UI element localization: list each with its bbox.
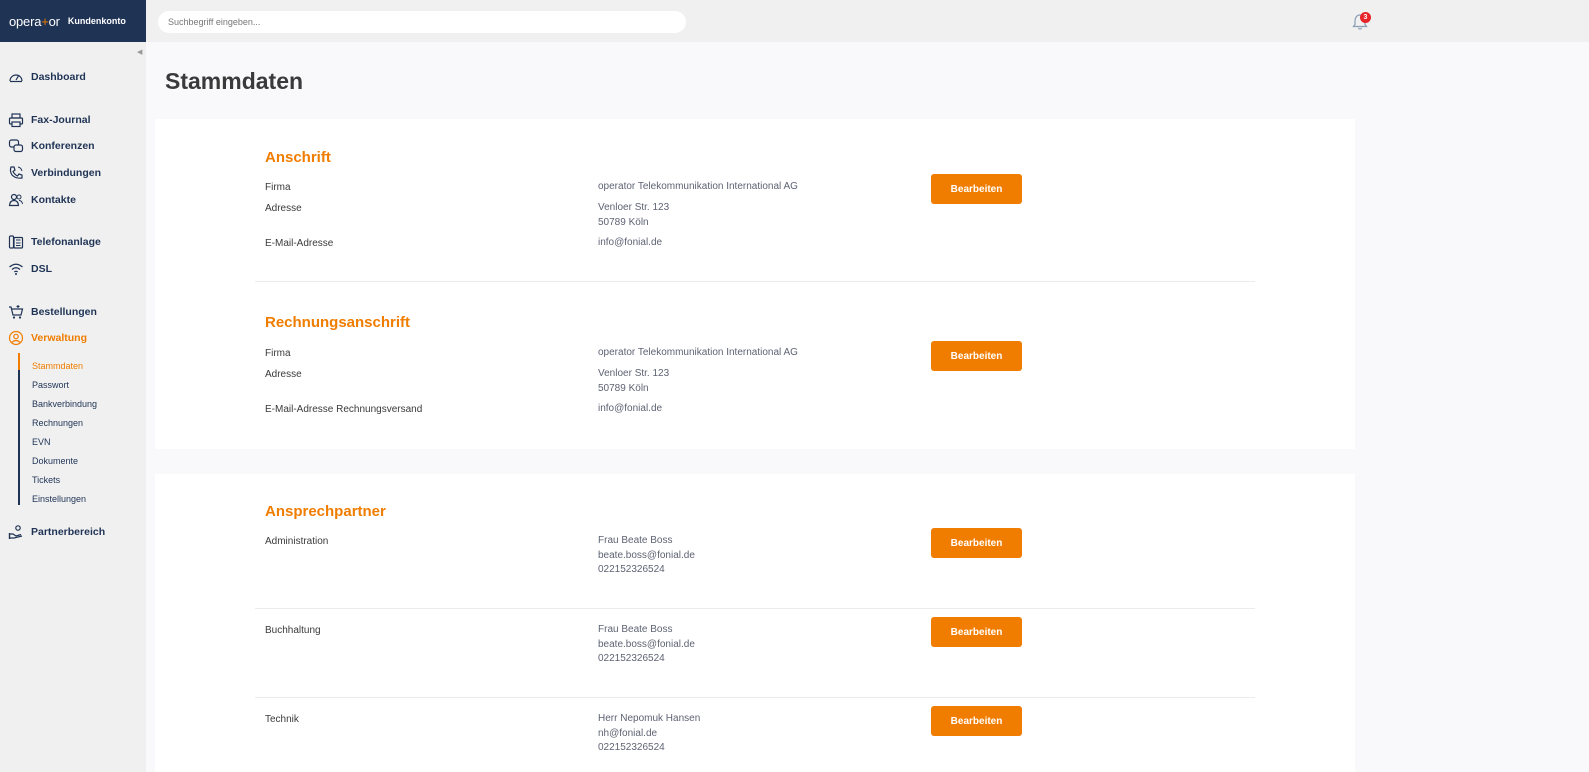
phone-icon (9, 166, 23, 179)
search-input[interactable] (158, 11, 686, 33)
contact-role-label: Administration (265, 536, 329, 547)
speedometer-icon (9, 74, 23, 83)
rechnung-email-value: info@fonial.de (598, 403, 663, 414)
contact-details: Herr Nepomuk Hansen nh@fonial.de 0221523… (598, 713, 701, 753)
sidebar-item-telefonanlage[interactable]: Telefonanlage (8, 233, 101, 251)
sidebar-item-verbindungen[interactable]: Verbindungen (8, 164, 101, 182)
rechnung-adresse-label: Adresse (265, 369, 302, 380)
sidebar-subitem-passwort[interactable]: Passwort (32, 380, 69, 390)
cart-icon (9, 305, 24, 319)
section-divider (255, 697, 1255, 698)
section-divider (255, 281, 1255, 282)
contacts-icon (8, 193, 23, 207)
sidebar-item-bestellungen[interactable]: Bestellungen (8, 303, 97, 321)
notification-badge[interactable]: 3 (1360, 12, 1371, 23)
collapse-sidebar-icon[interactable]: ◀ (137, 48, 142, 56)
sidebar-subitem-dokumente[interactable]: Dokumente (32, 456, 78, 466)
sidebar-subitem-tickets[interactable]: Tickets (32, 475, 60, 485)
account-label: Kundenkonto (67, 16, 126, 26)
partner-icon (8, 525, 23, 539)
sidebar-subitem-evn[interactable]: EVN (32, 437, 51, 447)
edit-rechnungsanschrift-button[interactable]: Bearbeiten (931, 341, 1022, 371)
section-title-ansprechpartner: Ansprechpartner (265, 503, 386, 520)
anschrift-email-value: info@fonial.de (598, 237, 663, 248)
section-divider (255, 608, 1255, 609)
edit-buchhaltung-button[interactable]: Bearbeiten (931, 617, 1022, 647)
brand-bar[interactable]: opera+or Kundenkonto (0, 0, 146, 42)
sidebar-item-kontakte[interactable]: Kontakte (8, 191, 76, 209)
wifi-icon (9, 263, 23, 275)
sidebar: ◀ Dashboard Fax-Journal Konferenzen Verb… (0, 42, 146, 772)
rechnung-firma-value: operator Telekommunikation International… (598, 347, 798, 358)
submenu-indicator (18, 353, 20, 505)
rechnung-email-label: E-Mail-Adresse Rechnungsversand (265, 404, 423, 415)
sidebar-subitem-stammdaten[interactable]: Stammdaten (32, 361, 83, 371)
sidebar-item-partnerbereich[interactable]: Partnerbereich (8, 523, 105, 541)
operator-logo[interactable]: opera+or (9, 14, 60, 29)
sidebar-item-dashboard[interactable]: Dashboard (8, 68, 86, 86)
sidebar-item-dsl[interactable]: DSL (8, 260, 52, 278)
printer-icon (8, 113, 24, 128)
page-title: Stammdaten (165, 68, 304, 94)
user-circle-icon (8, 330, 24, 346)
phone-system-icon (8, 235, 24, 249)
rechnung-adresse-value: Venloer Str. 123 50789 Köln (598, 368, 670, 394)
edit-technik-button[interactable]: Bearbeiten (931, 706, 1022, 736)
anschrift-adresse-label: Adresse (265, 203, 302, 214)
edit-administration-button[interactable]: Bearbeiten (931, 528, 1022, 558)
contact-role-label: Buchhaltung (265, 625, 321, 636)
sidebar-subitem-rechnungen[interactable]: Rechnungen (32, 418, 83, 428)
anschrift-adresse-value: Venloer Str. 123 50789 Köln (598, 202, 670, 228)
rechnung-firma-label: Firma (265, 348, 291, 359)
contact-details: Frau Beate Boss beate.boss@fonial.de 022… (598, 535, 695, 575)
section-title-rechnungsanschrift: Rechnungsanschrift (265, 314, 411, 331)
anschrift-firma-value: operator Telekommunikation International… (598, 181, 798, 192)
conference-icon (8, 139, 24, 153)
address-card: Anschrift Firma operator Telekommunikati… (155, 119, 1355, 449)
top-header: 3 (146, 0, 1589, 42)
edit-anschrift-button[interactable]: Bearbeiten (931, 174, 1022, 204)
anschrift-firma-label: Firma (265, 182, 291, 193)
contact-details: Frau Beate Boss beate.boss@fonial.de 022… (598, 624, 695, 664)
sidebar-subitem-bankverbindung[interactable]: Bankverbindung (32, 399, 97, 409)
section-title-anschrift: Anschrift (265, 149, 331, 166)
sidebar-item-verwaltung[interactable]: Verwaltung (8, 329, 87, 347)
contact-role-label: Technik (265, 714, 299, 725)
sidebar-item-konferenzen[interactable]: Konferenzen (8, 137, 95, 155)
anschrift-email-label: E-Mail-Adresse (265, 238, 334, 249)
sidebar-subitem-einstellungen[interactable]: Einstellungen (32, 494, 86, 504)
sidebar-item-fax-journal[interactable]: Fax-Journal (8, 111, 91, 129)
contacts-card: Ansprechpartner Administration Frau Beat… (155, 474, 1355, 772)
